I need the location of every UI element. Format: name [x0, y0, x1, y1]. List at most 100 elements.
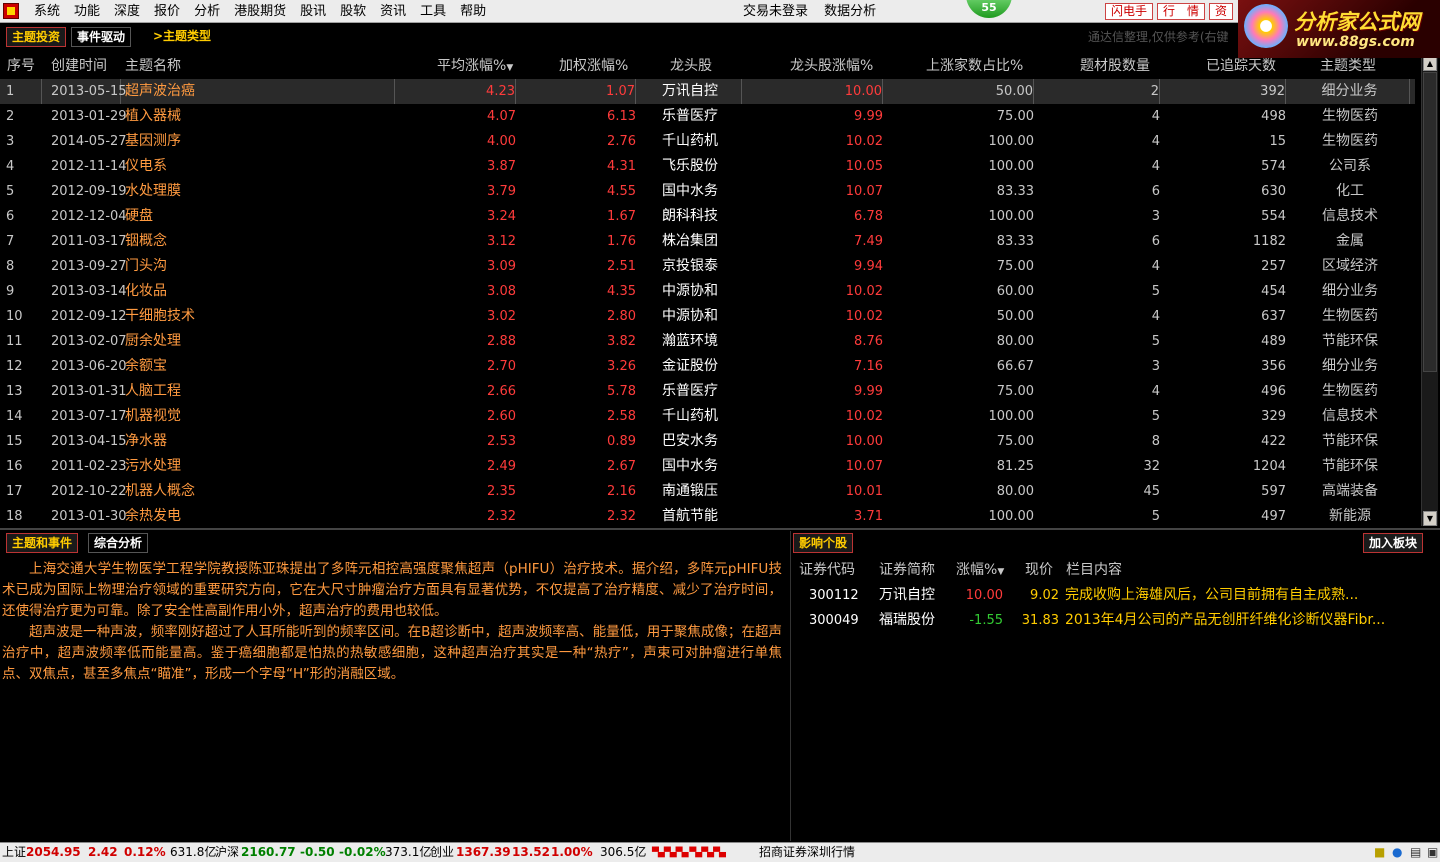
cell-wt: 2.32 — [607, 509, 636, 524]
col-header-content[interactable]: 栏目内容 — [1066, 559, 1122, 579]
table-row[interactable]: 12 2013-06-20 余额宝 2.70 3.26 金证股份 7.16 66.67 3 356… — [0, 354, 1415, 379]
stock-row[interactable]: 300112 万讯自控 10.00 9.02 完成收购上海雄风后，公司目前拥有自主成熟.… — [791, 583, 1440, 608]
menu-item[interactable]: 帮助 — [453, 0, 493, 23]
menu-item[interactable]: 工具 — [413, 0, 453, 23]
cell-name: 干细胞技术 — [125, 308, 195, 324]
add-to-block-button[interactable]: 加入板块 — [1363, 533, 1424, 553]
table-row[interactable]: 11 2013-02-07 厨余处理 2.88 3.82 瀚蓝环境 8.76 80.00 5 48… — [0, 329, 1415, 354]
col-header-code[interactable]: 证券代码 — [799, 559, 855, 579]
table-row[interactable]: 8 2013-09-27 门头沟 3.09 2.51 京投银泰 9.94 75.00 4 257 区… — [0, 254, 1415, 279]
cell-lead: 中源协和 — [662, 283, 718, 299]
cell-wt: 1.67 — [607, 209, 636, 224]
cell-avg: 3.24 — [487, 209, 516, 224]
cell-type: 信息技术 — [1322, 208, 1378, 224]
cell-days: 15 — [1269, 134, 1286, 149]
cell-ratio: 50.00 — [996, 309, 1034, 324]
cell-wt: 4.35 — [607, 284, 636, 299]
pane-divider[interactable] — [0, 528, 1440, 530]
tab-theme-type[interactable]: >主题类型 — [148, 27, 216, 47]
cell-name: 污水处理 — [125, 458, 181, 474]
col-header-stock-count[interactable]: 题材股数量 — [1080, 53, 1150, 79]
menu-item[interactable]: 深度 — [107, 0, 147, 23]
cell-date: 2011-03-17 — [51, 234, 127, 249]
menu-item[interactable]: 股讯 — [293, 0, 333, 23]
table-row[interactable]: 6 2012-12-04 硬盘 3.24 1.67 朗科科技 6.78 100.00 3 554 信… — [0, 204, 1415, 229]
table-row[interactable]: 13 2013-01-31 人脑工程 2.66 5.78 乐普医疗 9.99 75.00 4 49… — [0, 379, 1415, 404]
info-button[interactable]: 资 — [1209, 3, 1234, 20]
col-header-weighted[interactable]: 加权涨幅% — [559, 53, 628, 79]
tab-event-driven[interactable]: 事件驱动 — [71, 27, 132, 47]
table-row[interactable]: 15 2013-04-15 净水器 2.53 0.89 巴安水务 10.00 75.00 8 42… — [0, 429, 1415, 454]
cell-days: 329 — [1261, 409, 1286, 424]
cell-seq: 9 — [6, 284, 15, 299]
cell-avg: 3.09 — [487, 259, 516, 274]
cell-lead: 乐普医疗 — [662, 383, 718, 399]
cell-cnt: 45 — [1143, 484, 1160, 499]
data-analysis-link[interactable]: 数据分析 — [824, 4, 876, 19]
menu-item[interactable]: 股软 — [333, 0, 373, 23]
cell-lchg: 9.99 — [854, 384, 883, 399]
hs-index-label[interactable]: 沪深 — [215, 843, 239, 862]
menu-item[interactable]: 分析 — [187, 0, 227, 23]
col-header-avg[interactable]: 平均涨幅%▼ — [437, 53, 513, 79]
scroll-down-icon[interactable]: ▼ — [1423, 511, 1437, 526]
menu-item[interactable]: 港股期货 — [227, 0, 293, 23]
table-row[interactable]: 4 2012-11-14 仪电系 3.87 4.31 飞乐股份 10.05 100.00 4 57… — [0, 154, 1415, 179]
cell-name: 水处理膜 — [125, 183, 181, 199]
window-icon[interactable]: ▣ — [1427, 843, 1438, 862]
col-header-name[interactable]: 主题名称 — [125, 53, 181, 79]
table-row[interactable]: 5 2012-09-19 水处理膜 3.79 4.55 国中水务 10.07 83.33 6 63… — [0, 179, 1415, 204]
table-row[interactable]: 1 2013-05-15 超声波治癌 4.23 1.07 万讯自控 10.00 50.00 2 3… — [0, 79, 1415, 104]
cell-name: 铟概念 — [125, 233, 167, 249]
tab-theme-investment[interactable]: 主题投资 — [6, 27, 67, 47]
login-status[interactable]: 交易未登录 — [743, 4, 808, 19]
tab-theme-and-event[interactable]: 主题和事件 — [6, 533, 79, 553]
cell-date: 2012-12-04 — [51, 209, 127, 224]
table-row[interactable]: 10 2012-09-12 干细胞技术 3.02 2.80 中源协和 10.02 50.00 4… — [0, 304, 1415, 329]
col-header-date[interactable]: 创建时间 — [51, 53, 107, 79]
flash-trade-button[interactable]: 闪电手 — [1105, 3, 1154, 20]
cell-wt: 4.55 — [607, 184, 636, 199]
table-row[interactable]: 14 2013-07-17 机器视觉 2.60 2.58 千山药机 10.02 100.00 5… — [0, 404, 1415, 429]
col-header-up-ratio[interactable]: 上涨家数占比% — [926, 53, 1023, 79]
table-row[interactable]: 2 2013-01-29 植入器械 4.07 6.13 乐普医疗 9.99 75.00 4 498… — [0, 104, 1415, 129]
col-header-seq[interactable]: 序号 — [7, 53, 35, 79]
theme-detail-pane: 主题和事件 综合分析 上海交通大学生物医学工程学院教授陈亚珠提出了多阵元相控高强… — [0, 531, 788, 841]
scroll-up-icon[interactable]: ▲ — [1423, 56, 1437, 71]
stock-content: 2013年4月公司的产品无创肝纤维化诊断仪器Fibr... — [1065, 612, 1386, 628]
quote-button[interactable]: 行 情 — [1157, 3, 1206, 20]
cell-lead: 千山药机 — [662, 408, 718, 424]
tab-influence-stocks[interactable]: 影响个股 — [793, 533, 854, 553]
col-header-leader-chg[interactable]: 龙头股涨幅% — [790, 53, 873, 79]
sh-index-label[interactable]: 上证 — [2, 843, 26, 862]
col-header-change[interactable]: 涨幅%▼ — [956, 559, 1004, 579]
cell-days: 356 — [1261, 359, 1286, 374]
cy-index-label[interactable]: 创业 — [430, 843, 454, 862]
menu-item[interactable]: 功能 — [67, 0, 107, 23]
table-row[interactable]: 9 2013-03-14 化妆品 3.08 4.35 中源协和 10.02 60.00 5 454… — [0, 279, 1415, 304]
tab-comprehensive-analysis[interactable]: 综合分析 — [88, 533, 149, 553]
menu-item[interactable]: 资讯 — [373, 0, 413, 23]
table-row[interactable]: 7 2011-03-17 铟概念 3.12 1.76 株冶集团 7.49 83.33 6 1182… — [0, 229, 1415, 254]
table-row[interactable]: 16 2011-02-23 污水处理 2.49 2.67 国中水务 10.07 81.25 32… — [0, 454, 1415, 479]
lock-icon[interactable]: ■ — [1374, 843, 1385, 862]
col-header-price[interactable]: 现价 — [1025, 559, 1053, 579]
table-row[interactable]: 3 2014-05-27 基因测序 4.00 2.76 千山药机 10.02 100.00 4 1… — [0, 129, 1415, 154]
cell-cnt: 4 — [1151, 384, 1160, 399]
table-row[interactable]: 17 2012-10-22 机器人概念 2.35 2.16 南通锻压 10.01 80.00 4… — [0, 479, 1415, 504]
globe-icon[interactable]: ● — [1392, 843, 1402, 862]
menu-item[interactable]: 报价 — [147, 0, 187, 23]
cell-date: 2013-09-27 — [51, 259, 127, 274]
notification-badge[interactable]: 55 — [966, 0, 1012, 18]
cell-seq: 15 — [6, 434, 23, 449]
app-logo-icon[interactable] — [3, 3, 19, 19]
stock-row[interactable]: 300049 福瑞股份 -1.55 31.83 2013年4月公司的产品无创肝纤维化诊断… — [791, 608, 1440, 633]
col-header-short-name[interactable]: 证券简称 — [879, 559, 935, 579]
cell-days: 489 — [1261, 334, 1286, 349]
settings-icon[interactable]: ▤ — [1410, 843, 1421, 862]
col-header-leader[interactable]: 龙头股 — [670, 53, 712, 79]
menu-item[interactable]: 系统 — [27, 0, 67, 23]
table-row[interactable]: 18 2013-01-30 余热发电 2.32 2.32 首航节能 3.71 100.00 5 4… — [0, 504, 1415, 529]
scroll-thumb[interactable] — [1423, 72, 1437, 372]
table-scrollbar[interactable]: ▲ ▼ — [1421, 56, 1438, 526]
